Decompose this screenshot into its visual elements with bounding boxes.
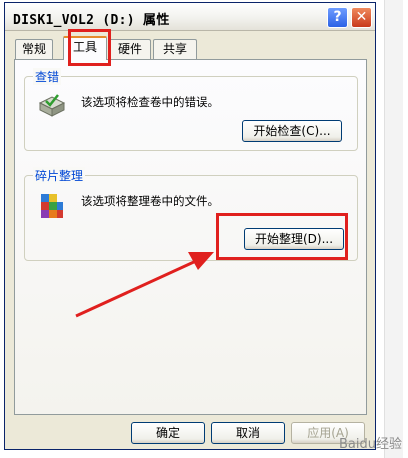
watermark: Baidu经验 [339,437,402,452]
defrag-button-highlight [216,213,348,260]
tools-tab-highlight [68,29,111,66]
